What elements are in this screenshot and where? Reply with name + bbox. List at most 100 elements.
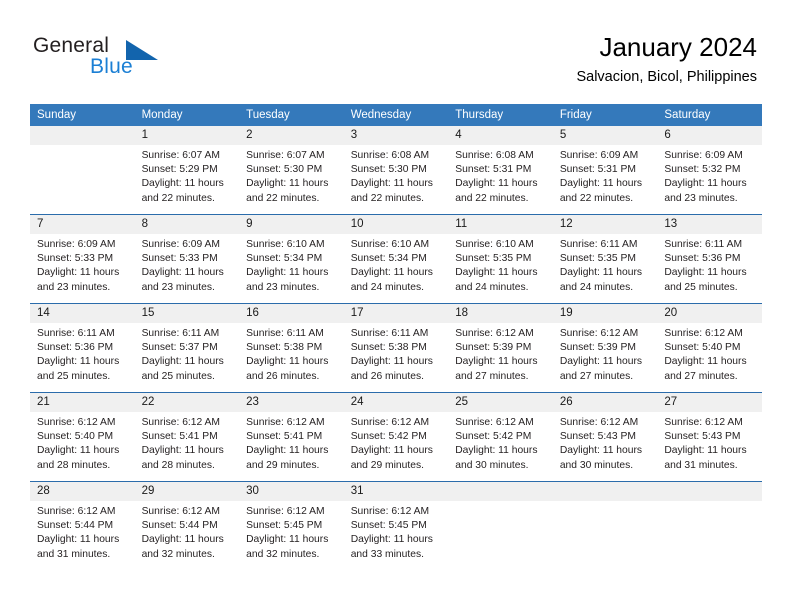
day-details: Sunrise: 6:10 AM Sunset: 5:34 PM Dayligh… bbox=[344, 234, 449, 295]
sunset-text: Sunset: 5:29 PM bbox=[141, 164, 218, 176]
day-cell[interactable]: 28 Sunrise: 6:12 AM Sunset: 5:44 PM Dayl… bbox=[30, 481, 135, 570]
daylight-text-line2: and 31 minutes. bbox=[37, 548, 111, 560]
general-blue-logo[interactable]: General Blue bbox=[33, 34, 263, 86]
day-cell[interactable]: 21 Sunrise: 6:12 AM Sunset: 5:40 PM Dayl… bbox=[30, 392, 135, 482]
day-cell[interactable]: 24 Sunrise: 6:12 AM Sunset: 5:42 PM Dayl… bbox=[343, 392, 449, 482]
day-number: 10 bbox=[343, 215, 449, 234]
day-cell[interactable]: 6 Sunrise: 6:09 AM Sunset: 5:32 PM Dayli… bbox=[657, 126, 762, 215]
daylight-text-line1: Daylight: 11 hours bbox=[37, 534, 120, 546]
daylight-text-line1: Daylight: 11 hours bbox=[141, 267, 224, 279]
day-cell[interactable]: 20 Sunrise: 6:12 AM Sunset: 5:40 PM Dayl… bbox=[657, 303, 762, 393]
day-cell[interactable] bbox=[30, 126, 135, 215]
day-details bbox=[657, 501, 762, 505]
day-number: 24 bbox=[343, 393, 449, 412]
day-cell[interactable]: 16 Sunrise: 6:11 AM Sunset: 5:38 PM Dayl… bbox=[239, 303, 344, 393]
day-cell[interactable]: 11 Sunrise: 6:10 AM Sunset: 5:35 PM Dayl… bbox=[448, 214, 553, 304]
day-cell[interactable]: 1 Sunrise: 6:07 AM Sunset: 5:29 PM Dayli… bbox=[134, 126, 240, 215]
day-cell[interactable] bbox=[552, 481, 658, 570]
day-cell[interactable]: 23 Sunrise: 6:12 AM Sunset: 5:41 PM Dayl… bbox=[239, 392, 344, 482]
sunrise-text: Sunrise: 6:12 AM bbox=[350, 417, 430, 428]
sunset-text: Sunset: 5:38 PM bbox=[350, 342, 427, 354]
daylight-text-line2: and 33 minutes. bbox=[350, 548, 424, 560]
day-details: Sunrise: 6:08 AM Sunset: 5:31 PM Dayligh… bbox=[448, 145, 553, 206]
day-number: 29 bbox=[134, 482, 240, 501]
daylight-text-line2: and 30 minutes. bbox=[455, 459, 529, 471]
daylight-text-line2: and 23 minutes. bbox=[246, 281, 320, 293]
calendar-body: 1 Sunrise: 6:07 AM Sunset: 5:29 PM Dayli… bbox=[30, 126, 762, 570]
day-cell[interactable]: 8 Sunrise: 6:09 AM Sunset: 5:33 PM Dayli… bbox=[134, 214, 240, 304]
daylight-text-line1: Daylight: 11 hours bbox=[455, 445, 538, 457]
calendar-week-row: 28 Sunrise: 6:12 AM Sunset: 5:44 PM Dayl… bbox=[30, 481, 762, 570]
day-cell[interactable]: 13 Sunrise: 6:11 AM Sunset: 5:36 PM Dayl… bbox=[657, 214, 762, 304]
day-cell[interactable]: 9 Sunrise: 6:10 AM Sunset: 5:34 PM Dayli… bbox=[239, 214, 344, 304]
day-number: 22 bbox=[134, 393, 240, 412]
sunrise-text: Sunrise: 6:12 AM bbox=[37, 417, 116, 428]
daylight-text-line2: and 28 minutes. bbox=[141, 459, 215, 471]
daylight-text-line1: Daylight: 11 hours bbox=[37, 445, 120, 457]
day-cell[interactable]: 22 Sunrise: 6:12 AM Sunset: 5:41 PM Dayl… bbox=[134, 392, 240, 482]
day-cell[interactable]: 26 Sunrise: 6:12 AM Sunset: 5:43 PM Dayl… bbox=[552, 392, 658, 482]
daylight-text-line1: Daylight: 11 hours bbox=[246, 534, 329, 546]
day-details: Sunrise: 6:12 AM Sunset: 5:41 PM Dayligh… bbox=[135, 412, 240, 473]
day-details: Sunrise: 6:11 AM Sunset: 5:36 PM Dayligh… bbox=[30, 323, 135, 384]
sunset-text: Sunset: 5:44 PM bbox=[141, 520, 218, 532]
sunrise-text: Sunrise: 6:11 AM bbox=[350, 328, 429, 339]
sunrise-text: Sunrise: 6:11 AM bbox=[141, 328, 220, 339]
sunset-text: Sunset: 5:42 PM bbox=[350, 431, 427, 443]
day-cell[interactable]: 2 Sunrise: 6:07 AM Sunset: 5:30 PM Dayli… bbox=[239, 126, 344, 215]
day-details: Sunrise: 6:11 AM Sunset: 5:38 PM Dayligh… bbox=[344, 323, 449, 384]
sunrise-text: Sunrise: 6:11 AM bbox=[664, 239, 743, 250]
day-cell[interactable]: 15 Sunrise: 6:11 AM Sunset: 5:37 PM Dayl… bbox=[134, 303, 240, 393]
day-cell[interactable]: 5 Sunrise: 6:09 AM Sunset: 5:31 PM Dayli… bbox=[552, 126, 658, 215]
day-cell[interactable] bbox=[657, 481, 762, 570]
day-number: 23 bbox=[239, 393, 344, 412]
day-details: Sunrise: 6:12 AM Sunset: 5:41 PM Dayligh… bbox=[239, 412, 344, 473]
day-cell[interactable]: 12 Sunrise: 6:11 AM Sunset: 5:35 PM Dayl… bbox=[552, 214, 658, 304]
daylight-text-line2: and 23 minutes. bbox=[141, 281, 215, 293]
day-details: Sunrise: 6:12 AM Sunset: 5:44 PM Dayligh… bbox=[135, 501, 240, 562]
daylight-text-line1: Daylight: 11 hours bbox=[664, 178, 747, 190]
day-cell[interactable]: 17 Sunrise: 6:11 AM Sunset: 5:38 PM Dayl… bbox=[343, 303, 449, 393]
day-cell[interactable]: 19 Sunrise: 6:12 AM Sunset: 5:39 PM Dayl… bbox=[552, 303, 658, 393]
day-details: Sunrise: 6:11 AM Sunset: 5:35 PM Dayligh… bbox=[553, 234, 658, 295]
daylight-text-line2: and 22 minutes. bbox=[246, 192, 320, 204]
day-number: 12 bbox=[552, 215, 658, 234]
day-details: Sunrise: 6:11 AM Sunset: 5:37 PM Dayligh… bbox=[135, 323, 240, 384]
daylight-text-line2: and 28 minutes. bbox=[37, 459, 111, 471]
day-cell[interactable]: 30 Sunrise: 6:12 AM Sunset: 5:45 PM Dayl… bbox=[239, 481, 344, 570]
day-cell[interactable]: 3 Sunrise: 6:08 AM Sunset: 5:30 PM Dayli… bbox=[343, 126, 449, 215]
day-number: 26 bbox=[552, 393, 658, 412]
day-cell[interactable]: 31 Sunrise: 6:12 AM Sunset: 5:45 PM Dayl… bbox=[343, 481, 449, 570]
day-cell[interactable]: 7 Sunrise: 6:09 AM Sunset: 5:33 PM Dayli… bbox=[30, 214, 135, 304]
daylight-text-line1: Daylight: 11 hours bbox=[559, 445, 643, 457]
sunrise-text: Sunrise: 6:11 AM bbox=[559, 239, 638, 250]
sunset-text: Sunset: 5:43 PM bbox=[559, 431, 636, 443]
sunset-text: Sunset: 5:34 PM bbox=[246, 253, 323, 265]
day-details: Sunrise: 6:10 AM Sunset: 5:34 PM Dayligh… bbox=[239, 234, 344, 295]
day-cell[interactable]: 10 Sunrise: 6:10 AM Sunset: 5:34 PM Dayl… bbox=[343, 214, 449, 304]
day-number bbox=[30, 126, 135, 145]
day-number: 27 bbox=[657, 393, 762, 412]
day-cell[interactable] bbox=[448, 481, 553, 570]
day-cell[interactable]: 18 Sunrise: 6:12 AM Sunset: 5:39 PM Dayl… bbox=[448, 303, 553, 393]
daylight-text-line1: Daylight: 11 hours bbox=[455, 267, 538, 279]
day-cell[interactable]: 14 Sunrise: 6:11 AM Sunset: 5:36 PM Dayl… bbox=[30, 303, 135, 393]
day-cell[interactable]: 27 Sunrise: 6:12 AM Sunset: 5:43 PM Dayl… bbox=[657, 392, 762, 482]
sunrise-text: Sunrise: 6:09 AM bbox=[141, 239, 220, 250]
sunset-text: Sunset: 5:39 PM bbox=[559, 342, 636, 354]
day-number: 20 bbox=[657, 304, 762, 323]
sunrise-text: Sunrise: 6:12 AM bbox=[37, 506, 116, 517]
sunset-text: Sunset: 5:39 PM bbox=[455, 342, 532, 354]
daylight-text-line1: Daylight: 11 hours bbox=[246, 445, 329, 457]
day-cell[interactable]: 29 Sunrise: 6:12 AM Sunset: 5:44 PM Dayl… bbox=[134, 481, 240, 570]
sunrise-text: Sunrise: 6:08 AM bbox=[455, 150, 534, 161]
day-cell[interactable]: 25 Sunrise: 6:12 AM Sunset: 5:42 PM Dayl… bbox=[448, 392, 553, 482]
day-details: Sunrise: 6:12 AM Sunset: 5:39 PM Dayligh… bbox=[448, 323, 553, 384]
day-cell[interactable]: 4 Sunrise: 6:08 AM Sunset: 5:31 PM Dayli… bbox=[448, 126, 553, 215]
day-number bbox=[552, 482, 658, 501]
page-subtitle: Salvacion, Bicol, Philippines bbox=[576, 69, 757, 85]
sunset-text: Sunset: 5:41 PM bbox=[141, 431, 218, 443]
sunset-text: Sunset: 5:40 PM bbox=[664, 342, 741, 354]
calendar-week-row: 1 Sunrise: 6:07 AM Sunset: 5:29 PM Dayli… bbox=[30, 126, 762, 215]
day-details: Sunrise: 6:08 AM Sunset: 5:30 PM Dayligh… bbox=[344, 145, 449, 206]
